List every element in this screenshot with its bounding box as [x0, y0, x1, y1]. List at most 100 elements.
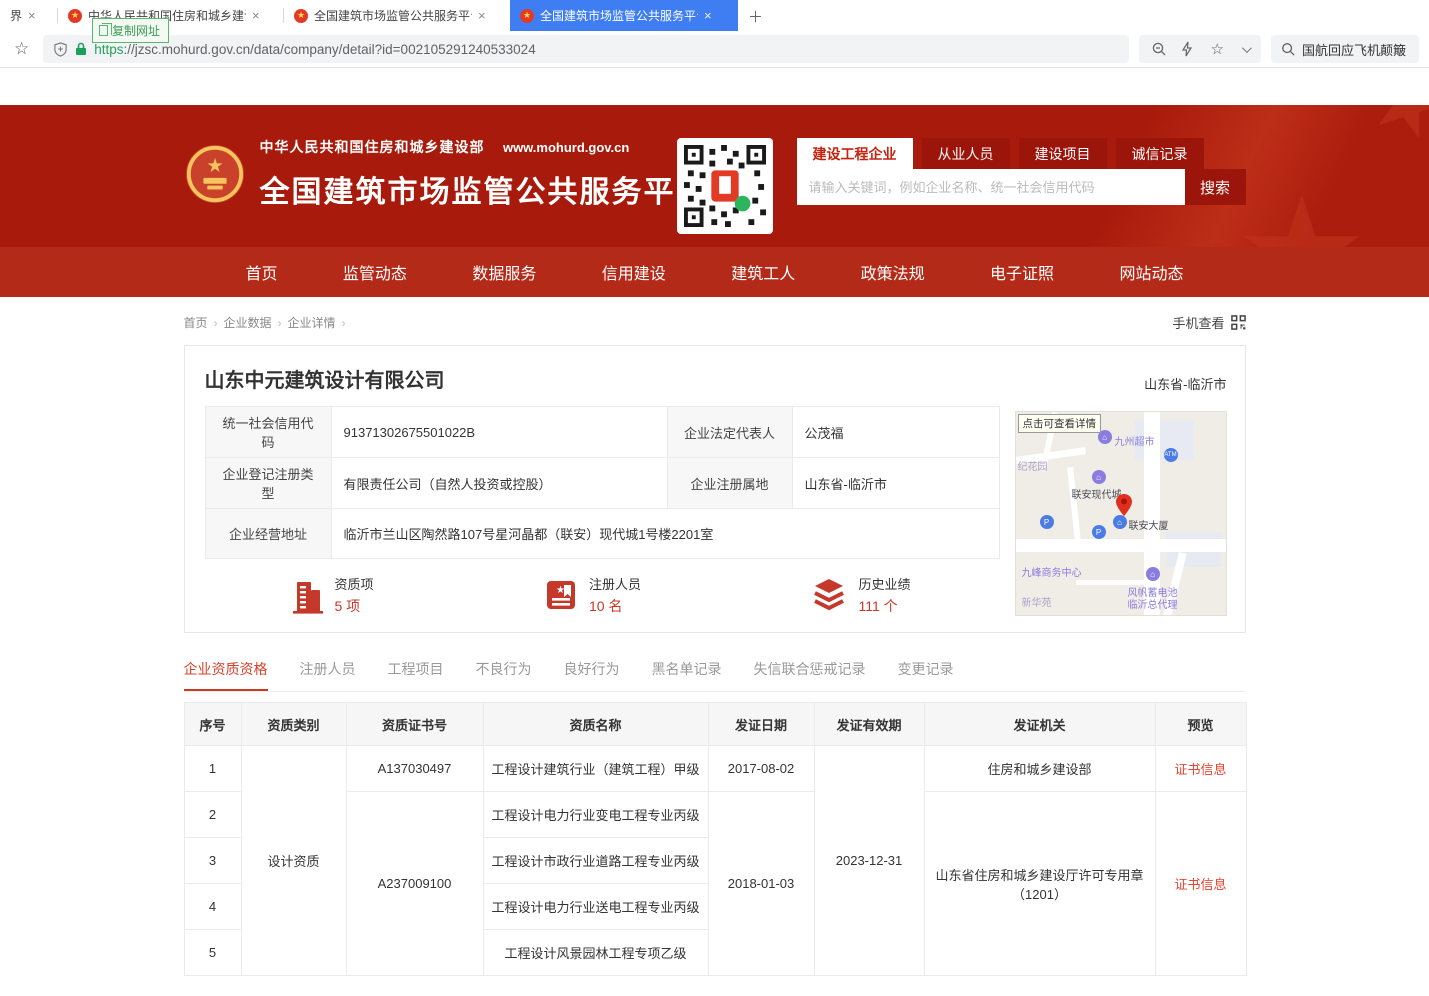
copy-url-tooltip: 复制网址: [92, 18, 169, 43]
nav-site-news[interactable]: 网站动态: [1119, 260, 1183, 284]
breadcrumb-company-detail[interactable]: 企业详情: [288, 314, 336, 331]
cell-name: 工程设计建筑行业（建筑工程）甲级: [483, 746, 708, 792]
emblem-favicon-icon: ★: [68, 9, 82, 23]
breadcrumb-company-data[interactable]: 企业数据: [224, 314, 272, 331]
info-label: 企业登记注册类型: [205, 458, 331, 509]
keyword-search-input[interactable]: [797, 169, 1185, 205]
url-bar[interactable]: https ://jzsc.mohurd.gov.cn/data/company…: [43, 35, 1128, 63]
breadcrumb-separator: ›: [214, 316, 218, 330]
info-label: 统一社会信用代码: [205, 407, 331, 458]
browser-tab-active[interactable]: ★ 全国建筑市场监管公共服务平台 ×: [510, 0, 738, 31]
search-tab-enterprise[interactable]: 建设工程企业: [797, 138, 913, 169]
national-emblem-icon: ★: [184, 143, 246, 205]
tab-dishonesty-records[interactable]: 失信联合惩戒记录: [754, 659, 866, 691]
tab-change-records[interactable]: 变更记录: [898, 659, 954, 691]
cell-name: 工程设计电力行业变电工程专业丙级: [483, 792, 708, 838]
quick-search-box[interactable]: 国航回应飞机颠簸: [1271, 35, 1419, 63]
tab-blacklist[interactable]: 黑名单记录: [652, 659, 722, 691]
cell-validity: 2023-12-31: [814, 746, 924, 976]
info-value: 公茂福: [792, 407, 999, 458]
copy-icon: [99, 25, 108, 36]
tab-title: 界: [10, 7, 22, 24]
nav-data-service[interactable]: 数据服务: [472, 260, 536, 284]
mobile-view-link[interactable]: 手机查看: [1172, 313, 1245, 332]
stat-registered-personnel[interactable]: ★ 注册人员 10 名: [543, 574, 641, 616]
banner-search: 建设工程企业 从业人员 建设项目 诚信记录 搜索: [797, 138, 1246, 205]
close-icon[interactable]: ×: [478, 9, 486, 22]
flash-icon[interactable]: [1181, 41, 1193, 57]
tab-title: 全国建筑市场监管公共服务平台: [314, 7, 472, 24]
emblem-favicon-icon: ★: [294, 9, 308, 23]
map-label: 联安现代城: [1072, 486, 1122, 501]
map-road: [1016, 539, 1227, 552]
nav-e-license[interactable]: 电子证照: [990, 260, 1054, 284]
col-name: 资质名称: [483, 703, 708, 746]
map-road: [1067, 467, 1081, 542]
tab-bad-behavior[interactable]: 不良行为: [476, 659, 532, 691]
cell-seq: 4: [184, 884, 241, 930]
shield-icon[interactable]: [53, 42, 68, 57]
close-icon[interactable]: ×: [252, 9, 260, 22]
nav-policy[interactable]: 政策法规: [861, 260, 925, 284]
site-banner: ★ ★ ★ 中华人民共和国住房和城乡建设部 www.mohurd.gov.cn …: [0, 105, 1429, 247]
tab-registered-personnel[interactable]: 注册人员: [300, 659, 356, 691]
stat-qualifications[interactable]: 资质项 5 项: [289, 574, 374, 616]
search-tab-credit[interactable]: 诚信记录: [1116, 138, 1204, 169]
layers-icon: [810, 577, 848, 613]
nav-supervision[interactable]: 监管动态: [343, 260, 407, 284]
nav-home[interactable]: 首页: [246, 260, 278, 284]
search-button[interactable]: 搜索: [1185, 169, 1246, 205]
ministry-site: www.mohurd.gov.cn: [503, 140, 629, 155]
chevron-down-icon[interactable]: [1242, 43, 1252, 53]
zoom-out-icon[interactable]: [1151, 41, 1167, 57]
search-icon: [1281, 42, 1295, 56]
browser-tab-2[interactable]: ★ 全国建筑市场监管公共服务平台 ×: [284, 0, 510, 31]
map-label: 联安大厦: [1129, 517, 1169, 532]
cell-category: 设计资质: [241, 746, 346, 976]
info-value: 91371302675501022B: [331, 407, 667, 458]
cell-seq: 1: [184, 746, 241, 792]
company-location-map[interactable]: 点击可查看详情 ⌂ 九州超市 ATM 纪花园 ⌂ 联安现代城 ⌂ 联安大厦 P …: [1015, 411, 1227, 616]
breadcrumb-home[interactable]: 首页: [184, 314, 208, 331]
col-validity: 发证有效期: [814, 703, 924, 746]
cell-date: 2018-01-03: [708, 792, 814, 976]
qualification-table: 序号 资质类别 资质证书号 资质名称 发证日期 发证有效期 发证机关 预览 1 …: [184, 702, 1247, 976]
cell-name: 工程设计风景园林工程专项乙级: [483, 930, 708, 976]
close-icon[interactable]: ×: [28, 9, 36, 22]
map-pin-icon: [1116, 494, 1132, 516]
map-label: 九峰商务中心: [1022, 564, 1082, 579]
stat-history-performance[interactable]: 历史业绩 111 个: [810, 574, 910, 616]
parking-icon: P: [1040, 515, 1054, 529]
browser-tab-0[interactable]: 界 ×: [0, 0, 58, 31]
company-info-table: 统一社会信用代码 91371302675501022B 企业法定代表人 公茂福 …: [205, 406, 1000, 559]
nav-credit[interactable]: 信用建设: [602, 260, 666, 284]
search-tab-project[interactable]: 建设项目: [1019, 138, 1107, 169]
battery-poi-icon: ⌂: [1146, 567, 1160, 581]
nav-workers[interactable]: 建筑工人: [731, 260, 795, 284]
new-tab-button[interactable]: ＋: [738, 6, 777, 31]
certificate-info-link[interactable]: 证书信息: [1174, 762, 1226, 777]
info-label: 企业经营地址: [205, 509, 331, 559]
svg-text:★: ★: [206, 155, 223, 177]
site-title: 全国建筑市场监管公共服务平台: [260, 167, 708, 211]
main-nav: 首页 监管动态 数据服务 信用建设 建筑工人 政策法规 电子证照 网站动态: [0, 247, 1429, 297]
search-tab-personnel[interactable]: 从业人员: [922, 138, 1010, 169]
close-icon[interactable]: ×: [704, 9, 712, 22]
tab-title: 全国建筑市场监管公共服务平台: [540, 7, 698, 24]
favorite-star-icon[interactable]: ☆: [1207, 40, 1228, 58]
info-value: 山东省-临沂市: [792, 458, 999, 509]
page-top-gap: [0, 68, 1429, 105]
tab-projects[interactable]: 工程项目: [388, 659, 444, 691]
col-preview: 预览: [1155, 703, 1246, 746]
certificate-info-link[interactable]: 证书信息: [1174, 877, 1226, 892]
map-label: 纪花园: [1018, 458, 1048, 473]
tab-qualifications[interactable]: 企业资质资格: [184, 659, 268, 691]
cell-seq: 3: [184, 838, 241, 884]
qr-mini-icon: [1231, 315, 1246, 330]
bookmark-star-icon[interactable]: ☆: [10, 39, 33, 59]
col-seq: 序号: [184, 703, 241, 746]
tab-good-behavior[interactable]: 良好行为: [564, 659, 620, 691]
cell-date: 2017-08-02: [708, 746, 814, 792]
svg-text:★: ★: [556, 585, 565, 596]
certificate-book-icon: ★: [543, 577, 579, 613]
